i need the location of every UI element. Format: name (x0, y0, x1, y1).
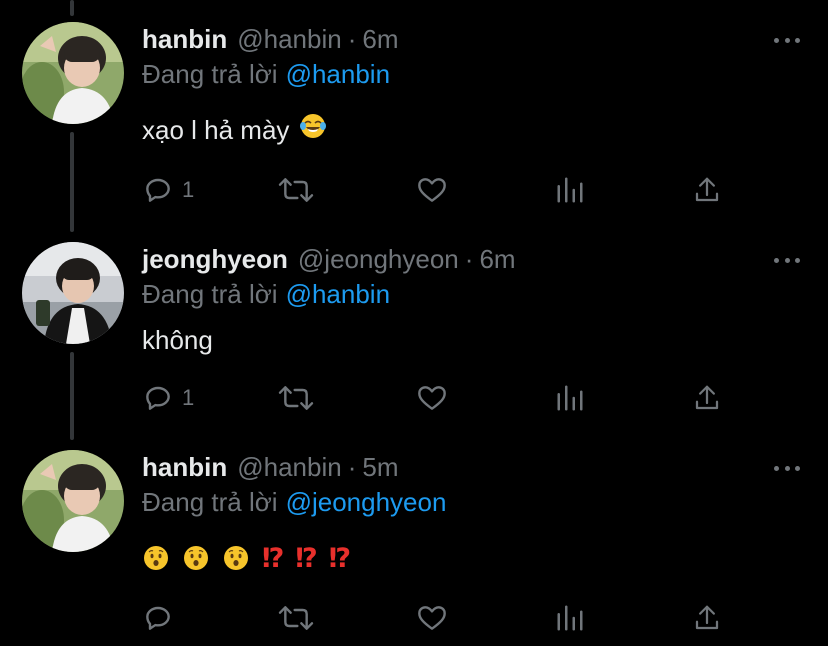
analytics-button[interactable] (555, 170, 585, 210)
tweet-actions: 1 (0, 170, 828, 210)
share-icon (695, 385, 719, 410)
hushed-face-icon (224, 546, 248, 570)
interrobang-icon: ⁉ (328, 542, 351, 574)
analytics-icon (557, 177, 583, 203)
avatar[interactable] (22, 450, 124, 552)
retweet-icon (278, 386, 314, 410)
interrobang-icon: ⁉ (262, 542, 284, 574)
hushed-face-icon (184, 546, 208, 570)
tweet-text-content: không (142, 325, 213, 355)
mention-link[interactable]: @jeonghyeon (286, 487, 447, 517)
tweet-actions: 1 (0, 378, 828, 418)
heart-icon (418, 606, 446, 630)
replying-to: Đang trả lời @jeonghyeon (142, 485, 446, 519)
timestamp[interactable]: 6m (479, 242, 515, 276)
tweet[interactable]: hanbin @hanbin · 5m Đang trả lời @jeonghy… (0, 428, 828, 638)
replying-to-label: Đang trả lời (142, 59, 278, 89)
more-icon[interactable] (772, 250, 802, 270)
share-icon (695, 605, 719, 630)
like-button[interactable] (415, 598, 449, 638)
replying-to-label: Đang trả lời (142, 279, 278, 309)
more-icon[interactable] (772, 458, 802, 478)
mention-link[interactable]: @hanbin (286, 59, 390, 89)
separator-dot: · (464, 244, 474, 274)
tweet-actions (0, 598, 828, 638)
user-handle[interactable]: @hanbin (237, 450, 341, 484)
analytics-button[interactable] (555, 378, 585, 418)
reply-button[interactable]: 1 (142, 378, 194, 418)
interrobang-icon: ⁉ (295, 542, 317, 574)
tweet-text-content: xạo l hả mày (142, 115, 290, 145)
separator-dot: · (347, 452, 357, 482)
user-handle[interactable]: @jeonghyeon (298, 242, 459, 276)
retweet-button[interactable] (278, 170, 314, 210)
retweet-icon (278, 178, 314, 202)
retweet-button[interactable] (278, 598, 314, 638)
avatar[interactable] (22, 22, 124, 124)
hushed-face-icon (144, 546, 168, 570)
reply-icon (146, 606, 170, 630)
share-button[interactable] (692, 378, 722, 418)
heart-icon (418, 178, 446, 202)
share-button[interactable] (692, 598, 722, 638)
replying-to: Đang trả lời @hanbin (142, 57, 390, 91)
tweet-text: không (142, 322, 213, 358)
reply-icon (146, 386, 170, 410)
more-icon[interactable] (772, 30, 802, 50)
tears-of-joy-icon (299, 112, 327, 149)
avatar[interactable] (22, 242, 124, 344)
display-name[interactable]: jeonghyeon (142, 242, 288, 276)
heart-icon (418, 386, 446, 410)
reply-count: 1 (182, 177, 195, 202)
like-button[interactable] (415, 170, 449, 210)
analytics-icon (557, 385, 583, 411)
tweet[interactable]: jeonghyeon @jeonghyeon · 6m Đang trả lời… (0, 220, 828, 430)
display-name[interactable]: hanbin (142, 450, 227, 484)
reply-button[interactable] (142, 598, 182, 638)
display-name[interactable]: hanbin (142, 22, 227, 56)
analytics-button[interactable] (555, 598, 585, 638)
timestamp[interactable]: 6m (362, 22, 398, 56)
user-handle[interactable]: @hanbin (237, 22, 341, 56)
tweet-text: xạo l hả mày (142, 112, 327, 148)
reply-button[interactable]: 1 (142, 170, 194, 210)
tweet-emoji-row: ⁉ ⁉ ⁉ (142, 540, 351, 576)
retweet-icon (278, 606, 314, 630)
reply-icon (146, 178, 170, 202)
replying-to-label: Đang trả lời (142, 487, 278, 517)
analytics-icon (557, 605, 583, 631)
retweet-button[interactable] (278, 378, 314, 418)
replying-to: Đang trả lời @hanbin (142, 277, 390, 311)
share-icon (695, 177, 719, 202)
reply-count: 1 (182, 385, 195, 410)
separator-dot: · (347, 24, 357, 54)
tweet[interactable]: hanbin @hanbin · 6m Đang trả lời @hanbin … (0, 0, 828, 210)
timestamp[interactable]: 5m (362, 450, 398, 484)
share-button[interactable] (692, 170, 722, 210)
like-button[interactable] (415, 378, 449, 418)
mention-link[interactable]: @hanbin (286, 279, 390, 309)
